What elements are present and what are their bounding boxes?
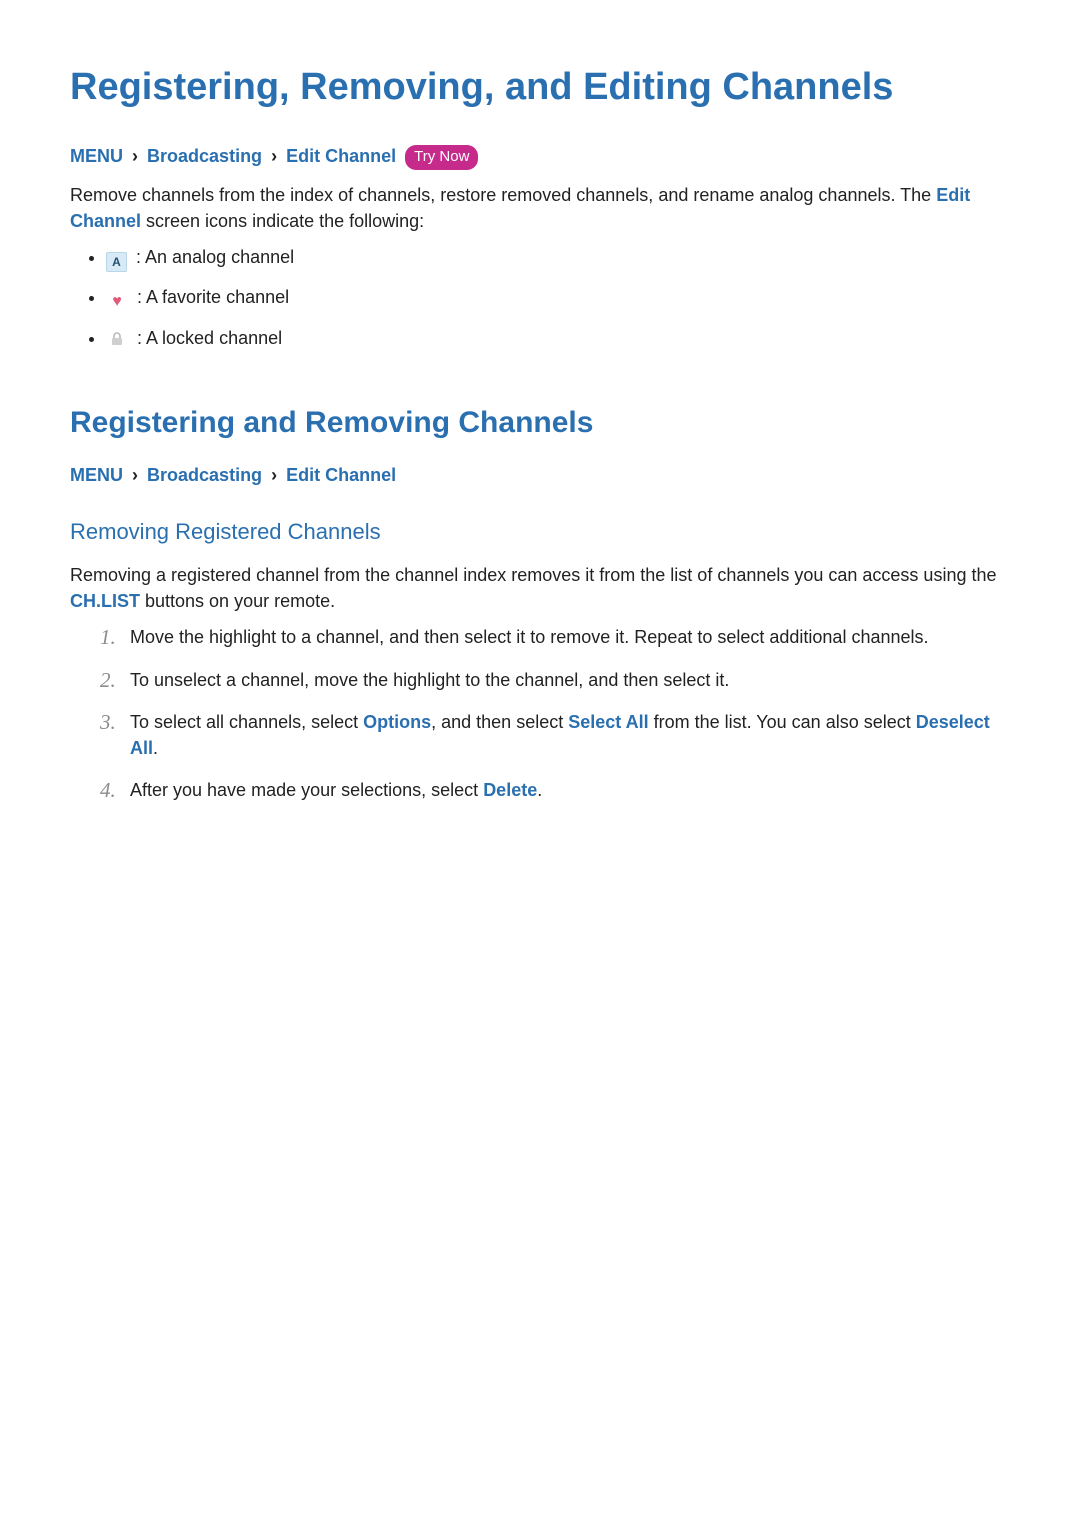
list-item: To select all channels, select Options, … [100,709,1010,777]
analog-icon: A [106,252,127,272]
chlist-label: CH.LIST [70,591,140,611]
breadcrumb-menu: MENU [70,465,123,485]
breadcrumb-edit-channel: Edit Channel [286,465,396,485]
list-item: After you have made your selections, sel… [100,777,1010,819]
step-4-a: After you have made your selections, sel… [130,780,483,800]
breadcrumb-broadcasting: Broadcasting [147,146,262,166]
steps-list: Move the highlight to a channel, and the… [100,624,1010,818]
step-3-c: from the list. You can also select [649,712,916,732]
subsection-intro: Removing a registered channel from the c… [70,562,1010,614]
step-4-b: . [537,780,542,800]
chevron-icon: › [132,146,138,166]
intro-text-2: screen icons indicate the following: [141,211,424,231]
chevron-icon: › [132,465,138,485]
heart-icon: ♥ [106,290,128,313]
breadcrumb-broadcasting: Broadcasting [147,465,262,485]
locked-label: : A locked channel [137,328,282,348]
analog-label: : An analog channel [136,247,294,267]
breadcrumb: MENU › Broadcasting › Edit Channel Try N… [70,143,1010,170]
delete-label: Delete [483,780,537,800]
sub-intro-1: Removing a registered channel from the c… [70,565,997,585]
chevron-icon: › [271,465,277,485]
list-item: Move the highlight to a channel, and the… [100,624,1010,666]
breadcrumb-menu: MENU [70,146,123,166]
chevron-icon: › [271,146,277,166]
step-2-text: To unselect a channel, move the highligh… [130,670,729,690]
subsection-heading: Removing Registered Channels [70,516,1010,548]
section-heading: Registering and Removing Channels [70,401,1010,445]
try-now-badge[interactable]: Try Now [405,145,478,170]
step-1-text: Move the highlight to a channel, and the… [130,627,929,647]
step-3-b: , and then select [431,712,568,732]
lock-icon [106,331,128,347]
list-item: A : An analog channel [106,244,1010,272]
breadcrumb-edit-channel: Edit Channel [286,146,396,166]
step-3-a: To select all channels, select [130,712,363,732]
list-item: ♥ : A favorite channel [106,284,1010,313]
sub-intro-2: buttons on your remote. [140,591,335,611]
list-item: : A locked channel [106,325,1010,351]
intro-text-1: Remove channels from the index of channe… [70,185,936,205]
select-all-label: Select All [568,712,648,732]
favorite-label: : A favorite channel [137,287,289,307]
breadcrumb: MENU › Broadcasting › Edit Channel [70,462,1010,488]
page-title: Registering, Removing, and Editing Chann… [70,60,1010,115]
intro-paragraph: Remove channels from the index of channe… [70,182,1010,234]
step-3-d: . [153,738,158,758]
icon-legend-list: A : An analog channel ♥ : A favorite cha… [70,244,1010,351]
list-item: To unselect a channel, move the highligh… [100,667,1010,709]
options-label: Options [363,712,431,732]
